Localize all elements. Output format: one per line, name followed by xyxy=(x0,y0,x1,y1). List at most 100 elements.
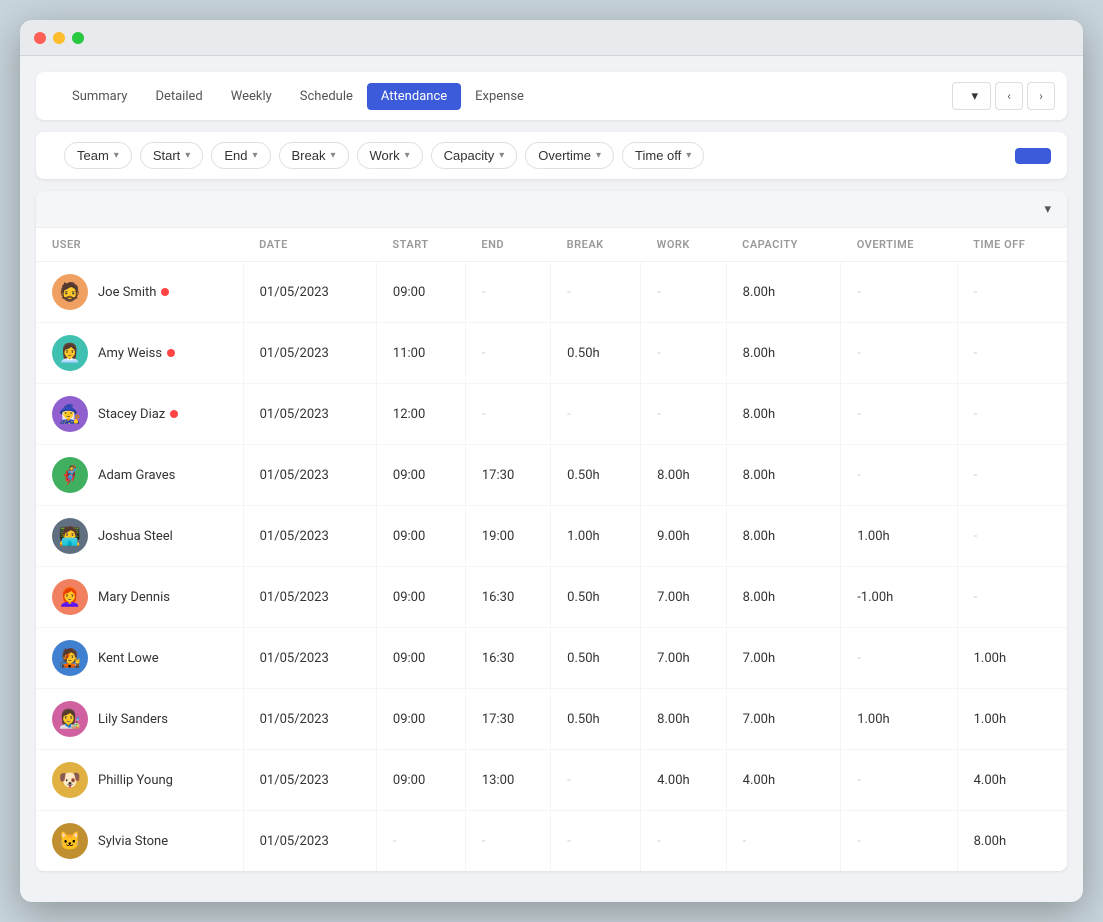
cell-start-0: 09:00 xyxy=(376,262,465,323)
cell-work-2: - xyxy=(641,384,726,445)
table-row[interactable]: 👩‍🎨Lily Sanders01/05/202309:0017:300.50h… xyxy=(36,689,1067,750)
status-dot xyxy=(161,288,169,296)
minimize-button[interactable] xyxy=(53,32,65,44)
user-name: Phillip Young xyxy=(98,773,173,788)
user-name: Sylvia Stone xyxy=(98,834,168,849)
dash-value: - xyxy=(657,407,661,422)
cell-overtime-6: - xyxy=(841,628,957,689)
filter-break-label: Break xyxy=(292,148,326,163)
cell-capacity-8: 4.00h xyxy=(726,750,841,811)
user-name: Lily Sanders xyxy=(98,712,168,727)
cell-work-1: - xyxy=(641,323,726,384)
tab-expense[interactable]: Expense xyxy=(461,83,538,110)
close-button[interactable] xyxy=(34,32,46,44)
cell-overtime-9: - xyxy=(841,811,957,872)
col-header-date: DATE xyxy=(243,228,376,262)
nav-left: SummaryDetailedWeeklyScheduleAttendanceE… xyxy=(48,83,538,110)
filter-time-off-button[interactable]: Time off▾ xyxy=(622,142,704,169)
cell-time_off-7: 1.00h xyxy=(957,689,1067,750)
cell-break-7: 0.50h xyxy=(551,689,641,750)
tab-detailed[interactable]: Detailed xyxy=(141,83,216,110)
col-header-break: BREAK xyxy=(551,228,641,262)
cell-time_off-4: - xyxy=(957,506,1067,567)
col-header-user: USER xyxy=(36,228,243,262)
user-name: Kent Lowe xyxy=(98,651,159,666)
next-arrow[interactable]: › xyxy=(1027,82,1055,110)
cell-start-6: 09:00 xyxy=(376,628,465,689)
cell-break-2: - xyxy=(551,384,641,445)
today-dropdown-icon: ▾ xyxy=(971,88,978,104)
dash-value: - xyxy=(657,346,661,361)
user-cell-9: 🐱Sylvia Stone xyxy=(36,811,243,872)
user-cell-5: 👩‍🦰Mary Dennis xyxy=(36,567,243,628)
filter-start-button[interactable]: Start▾ xyxy=(140,142,204,169)
table-container: ▾ USERDATESTARTENDBREAKWORKCAPACITYOVERT… xyxy=(36,191,1067,871)
cell-work-4: 9.00h xyxy=(641,506,726,567)
export-button[interactable]: ▾ xyxy=(1039,201,1051,217)
dash-value: - xyxy=(482,285,486,300)
dash-value: - xyxy=(857,346,861,361)
app-window: SummaryDetailedWeeklyScheduleAttendanceE… xyxy=(20,20,1083,902)
avatar: 🧑‍🎤 xyxy=(52,640,88,676)
filter-capacity-label: Capacity xyxy=(444,148,495,163)
table-row[interactable]: 👩‍💼Amy Weiss01/05/202311:00-0.50h-8.00h-… xyxy=(36,323,1067,384)
cell-break-9: - xyxy=(551,811,641,872)
user-cell-4: 🧑‍💻Joshua Steel xyxy=(36,506,243,567)
cell-overtime-7: 1.00h xyxy=(841,689,957,750)
nav-right: ▾ ‹ › xyxy=(952,82,1055,110)
col-header-overtime: OVERTIME xyxy=(841,228,957,262)
cell-time_off-3: - xyxy=(957,445,1067,506)
tab-summary[interactable]: Summary xyxy=(58,83,141,110)
tab-schedule[interactable]: Schedule xyxy=(286,83,367,110)
filter-end-button[interactable]: End▾ xyxy=(211,142,270,169)
today-button[interactable]: ▾ xyxy=(952,82,991,110)
cell-work-6: 7.00h xyxy=(641,628,726,689)
filter-overtime-button[interactable]: Overtime▾ xyxy=(525,142,614,169)
table-row[interactable]: 👩‍🦰Mary Dennis01/05/202309:0016:300.50h7… xyxy=(36,567,1067,628)
cell-time_off-2: - xyxy=(957,384,1067,445)
prev-arrow[interactable]: ‹ xyxy=(995,82,1023,110)
cell-time_off-5: - xyxy=(957,567,1067,628)
apply-filter-button[interactable] xyxy=(1015,148,1051,164)
cell-end-7: 17:30 xyxy=(465,689,550,750)
cell-work-9: - xyxy=(641,811,726,872)
dash-value: - xyxy=(974,590,978,605)
table-row[interactable]: 🐱Sylvia Stone01/05/2023------8.00h xyxy=(36,811,1067,872)
status-dot xyxy=(167,349,175,357)
filter-work-button[interactable]: Work▾ xyxy=(357,142,423,169)
dash-value: - xyxy=(393,834,397,849)
table-row[interactable]: 🧙‍♀️Stacey Diaz01/05/202312:00---8.00h-- xyxy=(36,384,1067,445)
col-header-capacity: CAPACITY xyxy=(726,228,841,262)
filter-team-button[interactable]: Team▾ xyxy=(64,142,132,169)
dash-value: - xyxy=(482,346,486,361)
cell-end-1: - xyxy=(465,323,550,384)
cell-end-4: 19:00 xyxy=(465,506,550,567)
attendance-table: USERDATESTARTENDBREAKWORKCAPACITYOVERTIM… xyxy=(36,228,1067,871)
tab-attendance[interactable]: Attendance xyxy=(367,83,461,110)
col-header-end: END xyxy=(465,228,550,262)
table-row[interactable]: 🐶Phillip Young01/05/202309:0013:00-4.00h… xyxy=(36,750,1067,811)
cell-time_off-0: - xyxy=(957,262,1067,323)
dash-value: - xyxy=(482,834,486,849)
cell-start-9: - xyxy=(376,811,465,872)
filter-capacity-button[interactable]: Capacity▾ xyxy=(431,142,518,169)
filter-break-button[interactable]: Break▾ xyxy=(279,142,349,169)
table-row[interactable]: 🧑‍💻Joshua Steel01/05/202309:0019:001.00h… xyxy=(36,506,1067,567)
table-row[interactable]: 🧔Joe Smith01/05/202309:00---8.00h-- xyxy=(36,262,1067,323)
status-dot xyxy=(170,410,178,418)
tab-weekly[interactable]: Weekly xyxy=(217,83,286,110)
cell-work-5: 7.00h xyxy=(641,567,726,628)
maximize-button[interactable] xyxy=(72,32,84,44)
user-cell-8: 🐶Phillip Young xyxy=(36,750,243,811)
cell-start-5: 09:00 xyxy=(376,567,465,628)
table-row[interactable]: 🦸Adam Graves01/05/202309:0017:300.50h8.0… xyxy=(36,445,1067,506)
dash-value: - xyxy=(482,407,486,422)
cell-overtime-5: -1.00h xyxy=(841,567,957,628)
col-header-work: WORK xyxy=(641,228,726,262)
user-name: Amy Weiss xyxy=(98,346,175,361)
cell-time_off-9: 8.00h xyxy=(957,811,1067,872)
table-row[interactable]: 🧑‍🎤Kent Lowe01/05/202309:0016:300.50h7.0… xyxy=(36,628,1067,689)
cell-break-5: 0.50h xyxy=(551,567,641,628)
user-cell-7: 👩‍🎨Lily Sanders xyxy=(36,689,243,750)
dash-value: - xyxy=(857,285,861,300)
